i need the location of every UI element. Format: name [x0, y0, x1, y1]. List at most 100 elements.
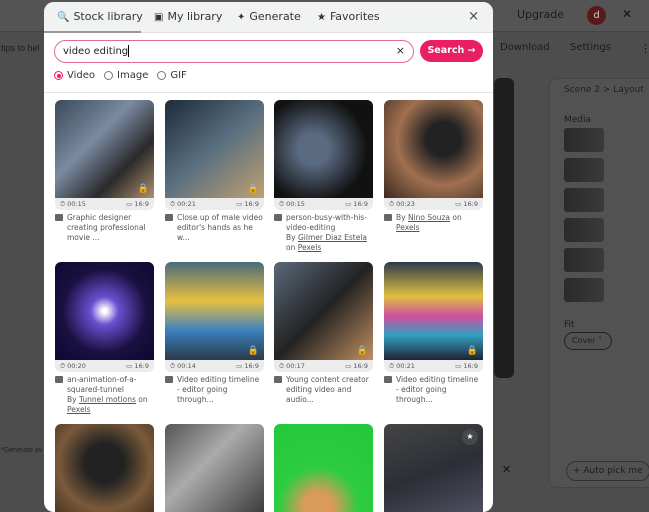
result-card[interactable]: ⏱ 00:23 ▭ 16:9 By Nino Souza on Pexels [384, 100, 483, 233]
result-caption: Close up of male video editor's hands as… [165, 213, 264, 243]
result-title: Close up of male video editor's hands as… [177, 213, 263, 242]
media-swatch[interactable] [564, 188, 604, 212]
video-icon [55, 214, 63, 221]
avatar[interactable]: d [587, 6, 606, 25]
close-icon[interactable]: × [468, 9, 479, 24]
result-thumbnail[interactable]: 🔒 [274, 262, 373, 360]
result-meta: ⏱ 00:21 ▭ 16:9 [165, 198, 264, 210]
tips-text: tips to hel [1, 43, 40, 53]
sparkle-icon: ✦ [237, 12, 246, 23]
lock-icon: 🔒 [247, 184, 259, 194]
breadcrumb: Scene 2 > Layout [564, 85, 644, 95]
video-icon [165, 214, 173, 221]
media-swatch[interactable] [564, 218, 604, 242]
media-swatch[interactable] [564, 158, 604, 182]
duration: ⏱ 00:23 [389, 200, 415, 208]
fit-label: Fit [564, 320, 575, 330]
media-library-modal: 🔍 Stock library ▣ My library ✦ Generate ★ Fa… [44, 2, 493, 512]
aspect-ratio: ▭ 16:9 [126, 362, 149, 370]
author-link[interactable]: Gilmer Diaz Estela [298, 233, 367, 242]
on-label: on [450, 213, 462, 222]
result-meta: ⏱ 00:17 ▭ 16:9 [274, 360, 373, 372]
aspect-ratio: ▭ 16:9 [455, 362, 478, 370]
result-title: an-animation-of-a-squared-tunnel [67, 375, 137, 394]
tab-my-library[interactable]: ▣ My library [154, 10, 222, 23]
result-meta: ⏱ 00:15 ▭ 16:9 [274, 198, 373, 210]
radio-image[interactable]: Image [104, 70, 148, 81]
result-caption: an-animation-of-a-squared-tunnel By Tunne… [55, 375, 154, 415]
duration: ⏱ 00:21 [389, 362, 415, 370]
image-icon: ▣ [154, 12, 164, 23]
result-thumbnail[interactable] [55, 262, 154, 360]
video-icon [55, 376, 63, 383]
source-link[interactable]: Pexels [67, 405, 91, 414]
result-caption: Video editing timeline - editor going th… [165, 375, 264, 405]
duration: ⏱ 00:15 [279, 200, 305, 208]
video-icon [274, 376, 282, 383]
result-meta: ⏱ 00:14 ▭ 16:9 [165, 360, 264, 372]
more-icon[interactable]: ⋮ [640, 42, 649, 55]
result-thumbnail[interactable] [384, 100, 483, 198]
settings-button[interactable]: Settings [570, 42, 611, 53]
duration: ⏱ 00:17 [279, 362, 305, 370]
duration: ⏱ 00:14 [170, 362, 196, 370]
on-label: on [135, 395, 148, 404]
video-icon [384, 376, 392, 383]
by-label: By [67, 395, 79, 404]
result-card[interactable]: ⏱ 00:20 ▭ 16:9 an-animation-of-a-squared-t… [55, 262, 154, 415]
fit-select[interactable]: Cover ˅ [564, 332, 612, 350]
video-icon [274, 214, 282, 221]
search-input[interactable]: video editing × [54, 40, 414, 63]
result-thumbnail[interactable] [274, 100, 373, 198]
tab-generate[interactable]: ✦ Generate [237, 10, 301, 23]
radio-gif[interactable]: GIF [157, 70, 187, 81]
upgrade-button[interactable]: Upgrade [517, 8, 564, 21]
result-card[interactable]: 🔒 ⏱ 00:21 ▭ 16:9 Close up of male video edi… [165, 100, 264, 243]
result-title: Video editing timeline - editor going th… [396, 375, 479, 404]
media-swatch[interactable] [564, 248, 604, 272]
source-link[interactable]: Pexels [298, 243, 322, 252]
clear-icon[interactable]: × [396, 44, 405, 57]
result-meta: ⏱ 00:23 ▭ 16:9 [384, 198, 483, 210]
result-thumbnail[interactable]: 🔒 [384, 262, 483, 360]
auto-pick-button[interactable]: + Auto pick me [566, 461, 649, 481]
result-card[interactable]: 🔒 ⏱ 00:17 ▭ 16:9 Young content creator edit… [274, 262, 373, 405]
close-icon[interactable]: ✕ [502, 463, 511, 476]
aspect-ratio: ▭ 16:9 [455, 200, 478, 208]
result-card[interactable]: ⏱ 00:15 ▭ 16:9 person-busy-with-his-video-… [274, 100, 373, 253]
tools-icon[interactable]: ✕ [622, 7, 632, 21]
download-button[interactable]: Download [500, 42, 550, 53]
result-meta: ⏱ 00:15 ▭ 16:9 [55, 198, 154, 210]
result-thumbnail[interactable]: 🔒 [165, 100, 264, 198]
result-card[interactable]: 🔒 ⏱ 00:15 ▭ 16:9 Graphic designer creating … [55, 100, 154, 243]
duration: ⏱ 00:21 [170, 200, 196, 208]
video-icon [165, 376, 173, 383]
result-caption: By Nino Souza on Pexels [384, 213, 483, 233]
by-label: By [286, 233, 298, 242]
media-swatch[interactable] [564, 128, 604, 152]
media-swatch[interactable] [564, 278, 604, 302]
result-thumbnail[interactable]: 🔒 [55, 100, 154, 198]
video-icon [384, 214, 392, 221]
favorite-icon[interactable]: ★ [462, 429, 478, 445]
result-card[interactable]: 🔒 ⏱ 00:14 ▭ 16:9 Video editing timeline - e… [165, 262, 264, 405]
radio-video[interactable]: Video [54, 70, 95, 81]
duration: ⏱ 00:15 [60, 200, 86, 208]
aspect-ratio: ▭ 16:9 [236, 362, 259, 370]
author-link[interactable]: Nino Souza [408, 213, 450, 222]
lock-icon: 🔒 [137, 184, 149, 194]
tab-stock-library[interactable]: 🔍 Stock library [57, 10, 143, 23]
source-link[interactable]: Pexels [396, 223, 420, 232]
aspect-ratio: ▭ 16:9 [126, 200, 149, 208]
tab-favorites[interactable]: ★ Favorites [317, 10, 380, 23]
aspect-ratio: ▭ 16:9 [345, 362, 368, 370]
result-thumbnail[interactable]: 🔒 [165, 262, 264, 360]
media-label: Media [564, 115, 592, 125]
star-icon: ★ [317, 12, 326, 23]
result-caption: Young content creator editing video and … [274, 375, 373, 405]
search-button[interactable]: Search → [420, 40, 483, 62]
result-title: person-busy-with-his-video-editing [286, 213, 367, 232]
result-card[interactable]: 🔒 ⏱ 00:21 ▭ 16:9 Video editing timeline - e… [384, 262, 483, 405]
author-link[interactable]: Tunnel motions [79, 395, 136, 404]
tab-label: Stock library [73, 10, 143, 23]
